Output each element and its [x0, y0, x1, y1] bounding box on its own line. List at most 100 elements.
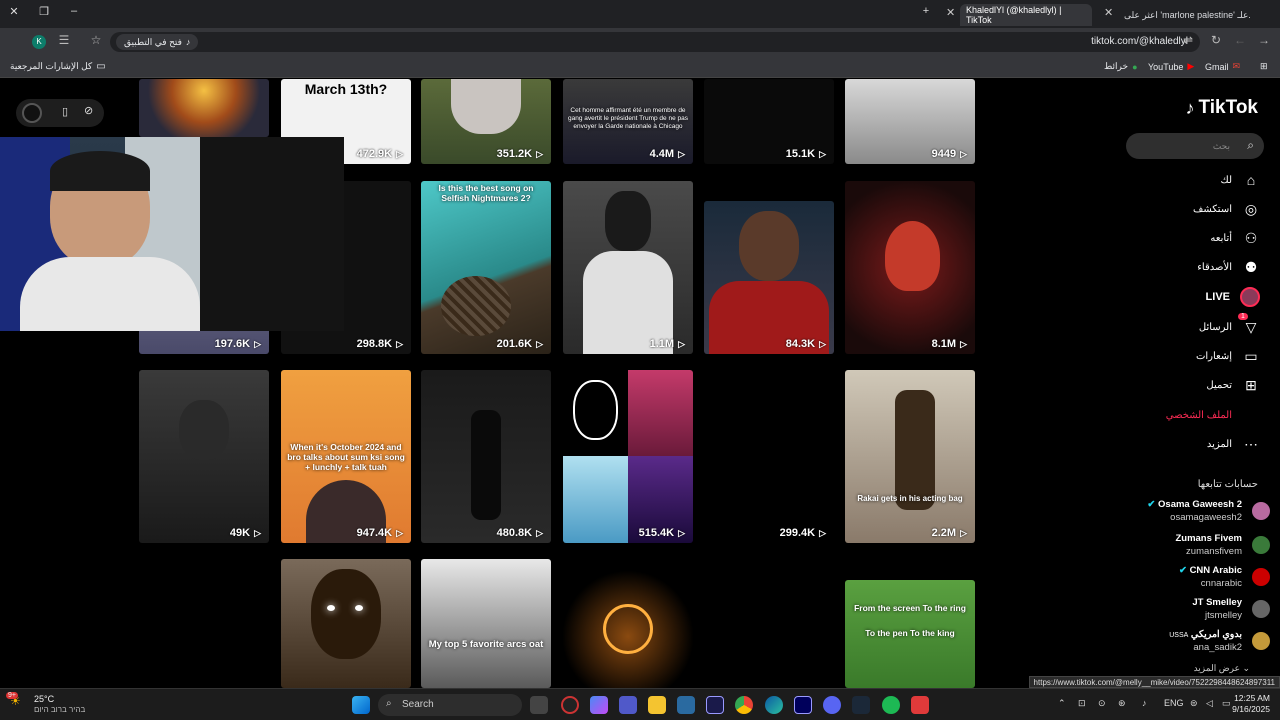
video-tile[interactable]: When it's October 2024 and bro talks abo…: [281, 370, 411, 543]
play-icon: ▷: [254, 338, 261, 349]
video-tile[interactable]: 515.4K ▷: [563, 370, 693, 543]
play-icon: ▷: [678, 527, 685, 538]
teams-icon[interactable]: [619, 696, 637, 714]
volume-icon[interactable]: ◁: [1206, 698, 1213, 709]
tiktok-logo[interactable]: ♪ TikTok: [1186, 97, 1258, 119]
premiere-icon[interactable]: [794, 696, 812, 714]
roblox-icon[interactable]: [911, 696, 929, 714]
tray-app-icon[interactable]: ⊡: [1078, 698, 1086, 709]
nav-messages[interactable]: الرسائل ▽ 1: [1199, 312, 1260, 337]
bookmark-youtube[interactable]: YouTube ▶: [1148, 61, 1194, 72]
camera-controls: ▯ ⊘: [16, 99, 104, 127]
video-tile[interactable]: Cet homme affirmant été un membre de gan…: [563, 79, 693, 164]
language-indicator[interactable]: ENG: [1164, 698, 1184, 708]
taskbar: ☀ 9+ 25°C בהיר ברוב היום ⌕ Search ⌃ ⊡ ⊙ …: [0, 688, 1280, 720]
video-tile[interactable]: Rakai gets in his acting bag 2.2M ▷: [845, 370, 975, 543]
gmail-icon: ✉: [1232, 61, 1241, 71]
search-input[interactable]: بحث ⌕: [1126, 133, 1264, 159]
settings-icon[interactable]: ⊘: [84, 104, 93, 117]
video-tile[interactable]: 480.8K ▷: [421, 370, 551, 543]
nav-more[interactable]: المزيد ⋯: [1207, 434, 1260, 454]
close-window-icon[interactable]: ✕: [4, 5, 24, 18]
chrome-icon[interactable]: [735, 696, 753, 714]
tab-search-icon[interactable]: ☰: [56, 33, 72, 47]
nav-live[interactable]: LIVE: [1206, 287, 1260, 307]
mic-icon[interactable]: ♪: [1142, 698, 1147, 708]
video-tile[interactable]: 49K ▷: [139, 370, 269, 543]
video-tile[interactable]: From the screen To the ring To the pen T…: [845, 580, 975, 688]
video-tile[interactable]: 299.4K ▷: [704, 370, 834, 543]
forward-icon[interactable]: →: [1256, 33, 1272, 47]
omnibox[interactable]: فتح في التطبيق ♪ tiktok.com/@khaledlyl: [110, 32, 1200, 52]
nav-explore[interactable]: استكشف ◎: [1193, 199, 1260, 219]
following-account[interactable]: ✔ CNN Arabic cnnarabic: [1120, 563, 1270, 593]
apps-grid-icon[interactable]: ⊞: [1260, 61, 1268, 72]
open-in-app-button[interactable]: فتح في التطبيق ♪: [116, 34, 199, 50]
video-tile[interactable]: [281, 559, 411, 688]
following-account[interactable]: Zumans Fivem zumansfivem: [1120, 531, 1270, 561]
tab-close-icon[interactable]: ✕: [946, 6, 955, 19]
following-account[interactable]: JT Smelley jtsmelley: [1120, 595, 1270, 625]
tray-app-icon[interactable]: ⊙: [1098, 698, 1106, 709]
file-explorer-icon[interactable]: [648, 696, 666, 714]
after-effects-icon[interactable]: [706, 696, 724, 714]
avatar: [1252, 536, 1270, 554]
video-tile[interactable]: 351.2K ▷: [421, 79, 551, 164]
minimize-window-icon[interactable]: –: [64, 5, 84, 17]
steam-icon[interactable]: [852, 696, 870, 714]
upload-icon: ⊞: [1245, 376, 1257, 393]
nav-upload[interactable]: تحميل ⊞: [1206, 375, 1260, 395]
discord-icon[interactable]: [823, 696, 841, 714]
profile-avatar[interactable]: K: [32, 35, 46, 49]
bookmark-star-icon[interactable]: ☆: [88, 33, 104, 47]
following-section-title: حسابات تتابعها: [1197, 479, 1258, 490]
battery-icon[interactable]: ▭: [1222, 698, 1231, 709]
video-tile[interactable]: 1.1M ▷: [563, 181, 693, 354]
video-tile[interactable]: [563, 559, 693, 688]
bookmark-gmail[interactable]: Gmail ✉: [1205, 61, 1240, 72]
phone-icon[interactable]: ▯: [62, 105, 68, 118]
store-icon[interactable]: [677, 696, 695, 714]
url-text[interactable]: tiktok.com/@khaledlyl: [1091, 36, 1188, 47]
clock[interactable]: 12:25 AM 9/16/2025: [1232, 693, 1270, 715]
video-tile[interactable]: 9449 ▷: [845, 79, 975, 164]
show-more-link[interactable]: عرض المزيد ⌄: [1194, 663, 1250, 674]
nav-friends[interactable]: الأصدقاء ⚉: [1197, 257, 1260, 277]
tab-close-icon[interactable]: ✕: [1104, 6, 1113, 19]
task-view-icon[interactable]: [530, 696, 548, 714]
reload-icon[interactable]: ↻: [1208, 33, 1224, 47]
tab-tiktok-profile[interactable]: KhaledlYl (@khaledlyl) | TikTok: [960, 4, 1092, 26]
copilot-icon[interactable]: [590, 696, 608, 714]
following-icon: ⚇: [1244, 229, 1258, 246]
tray-app-icon[interactable]: ⊛: [1118, 698, 1126, 709]
nav-profile[interactable]: الملف الشخصي: [1166, 405, 1260, 425]
restore-window-icon[interactable]: ❐: [34, 5, 54, 18]
following-account[interactable]: USSA بدوي امريكي ana_sadik2: [1120, 627, 1270, 657]
video-tile[interactable]: Is this the best song on Selfish Nightma…: [421, 181, 551, 354]
video-tile[interactable]: 15.1K ▷: [704, 79, 834, 164]
weather-widget[interactable]: ☀ 9+ 25°C בהיר ברוב היום: [6, 692, 85, 714]
video-tile[interactable]: 8.1M ▷: [845, 181, 975, 354]
video-tile[interactable]: My top 5 favorite arcs oat: [421, 559, 551, 688]
new-tab-icon[interactable]: +: [916, 5, 936, 17]
nav-notifications[interactable]: إشعارات ▭: [1196, 346, 1260, 366]
obs-icon[interactable]: [561, 696, 579, 714]
nav-for-you[interactable]: لك ⌂: [1221, 170, 1260, 190]
following-account[interactable]: ✔ Osama Gaweesh 2 osamagaweesh2: [1120, 497, 1270, 527]
video-tile[interactable]: 84.3K ▷: [704, 201, 834, 354]
taskbar-search[interactable]: ⌕ Search: [378, 694, 522, 716]
tray-overflow-icon[interactable]: ⌃: [1058, 698, 1066, 709]
back-icon[interactable]: ←: [1232, 33, 1248, 47]
all-bookmarks-button[interactable]: كل الإشارات المرجعية ▭: [10, 61, 106, 72]
edge-icon[interactable]: [765, 696, 783, 714]
start-icon[interactable]: [352, 696, 370, 714]
nav-following[interactable]: أتابعه ⚇: [1210, 228, 1260, 248]
spotify-icon[interactable]: [882, 696, 900, 714]
record-icon[interactable]: [22, 103, 42, 123]
tab-tiktok-search[interactable]: اعثر على 'marlone palestine' علـ...: [1118, 4, 1250, 26]
friends-icon: ⚉: [1244, 258, 1258, 275]
site-settings-icon[interactable]: ⇌: [1180, 33, 1196, 47]
bookmark-maps[interactable]: خرائط ●: [1104, 61, 1138, 72]
video-tile[interactable]: [139, 79, 269, 137]
network-icon[interactable]: ⊜: [1190, 698, 1198, 709]
